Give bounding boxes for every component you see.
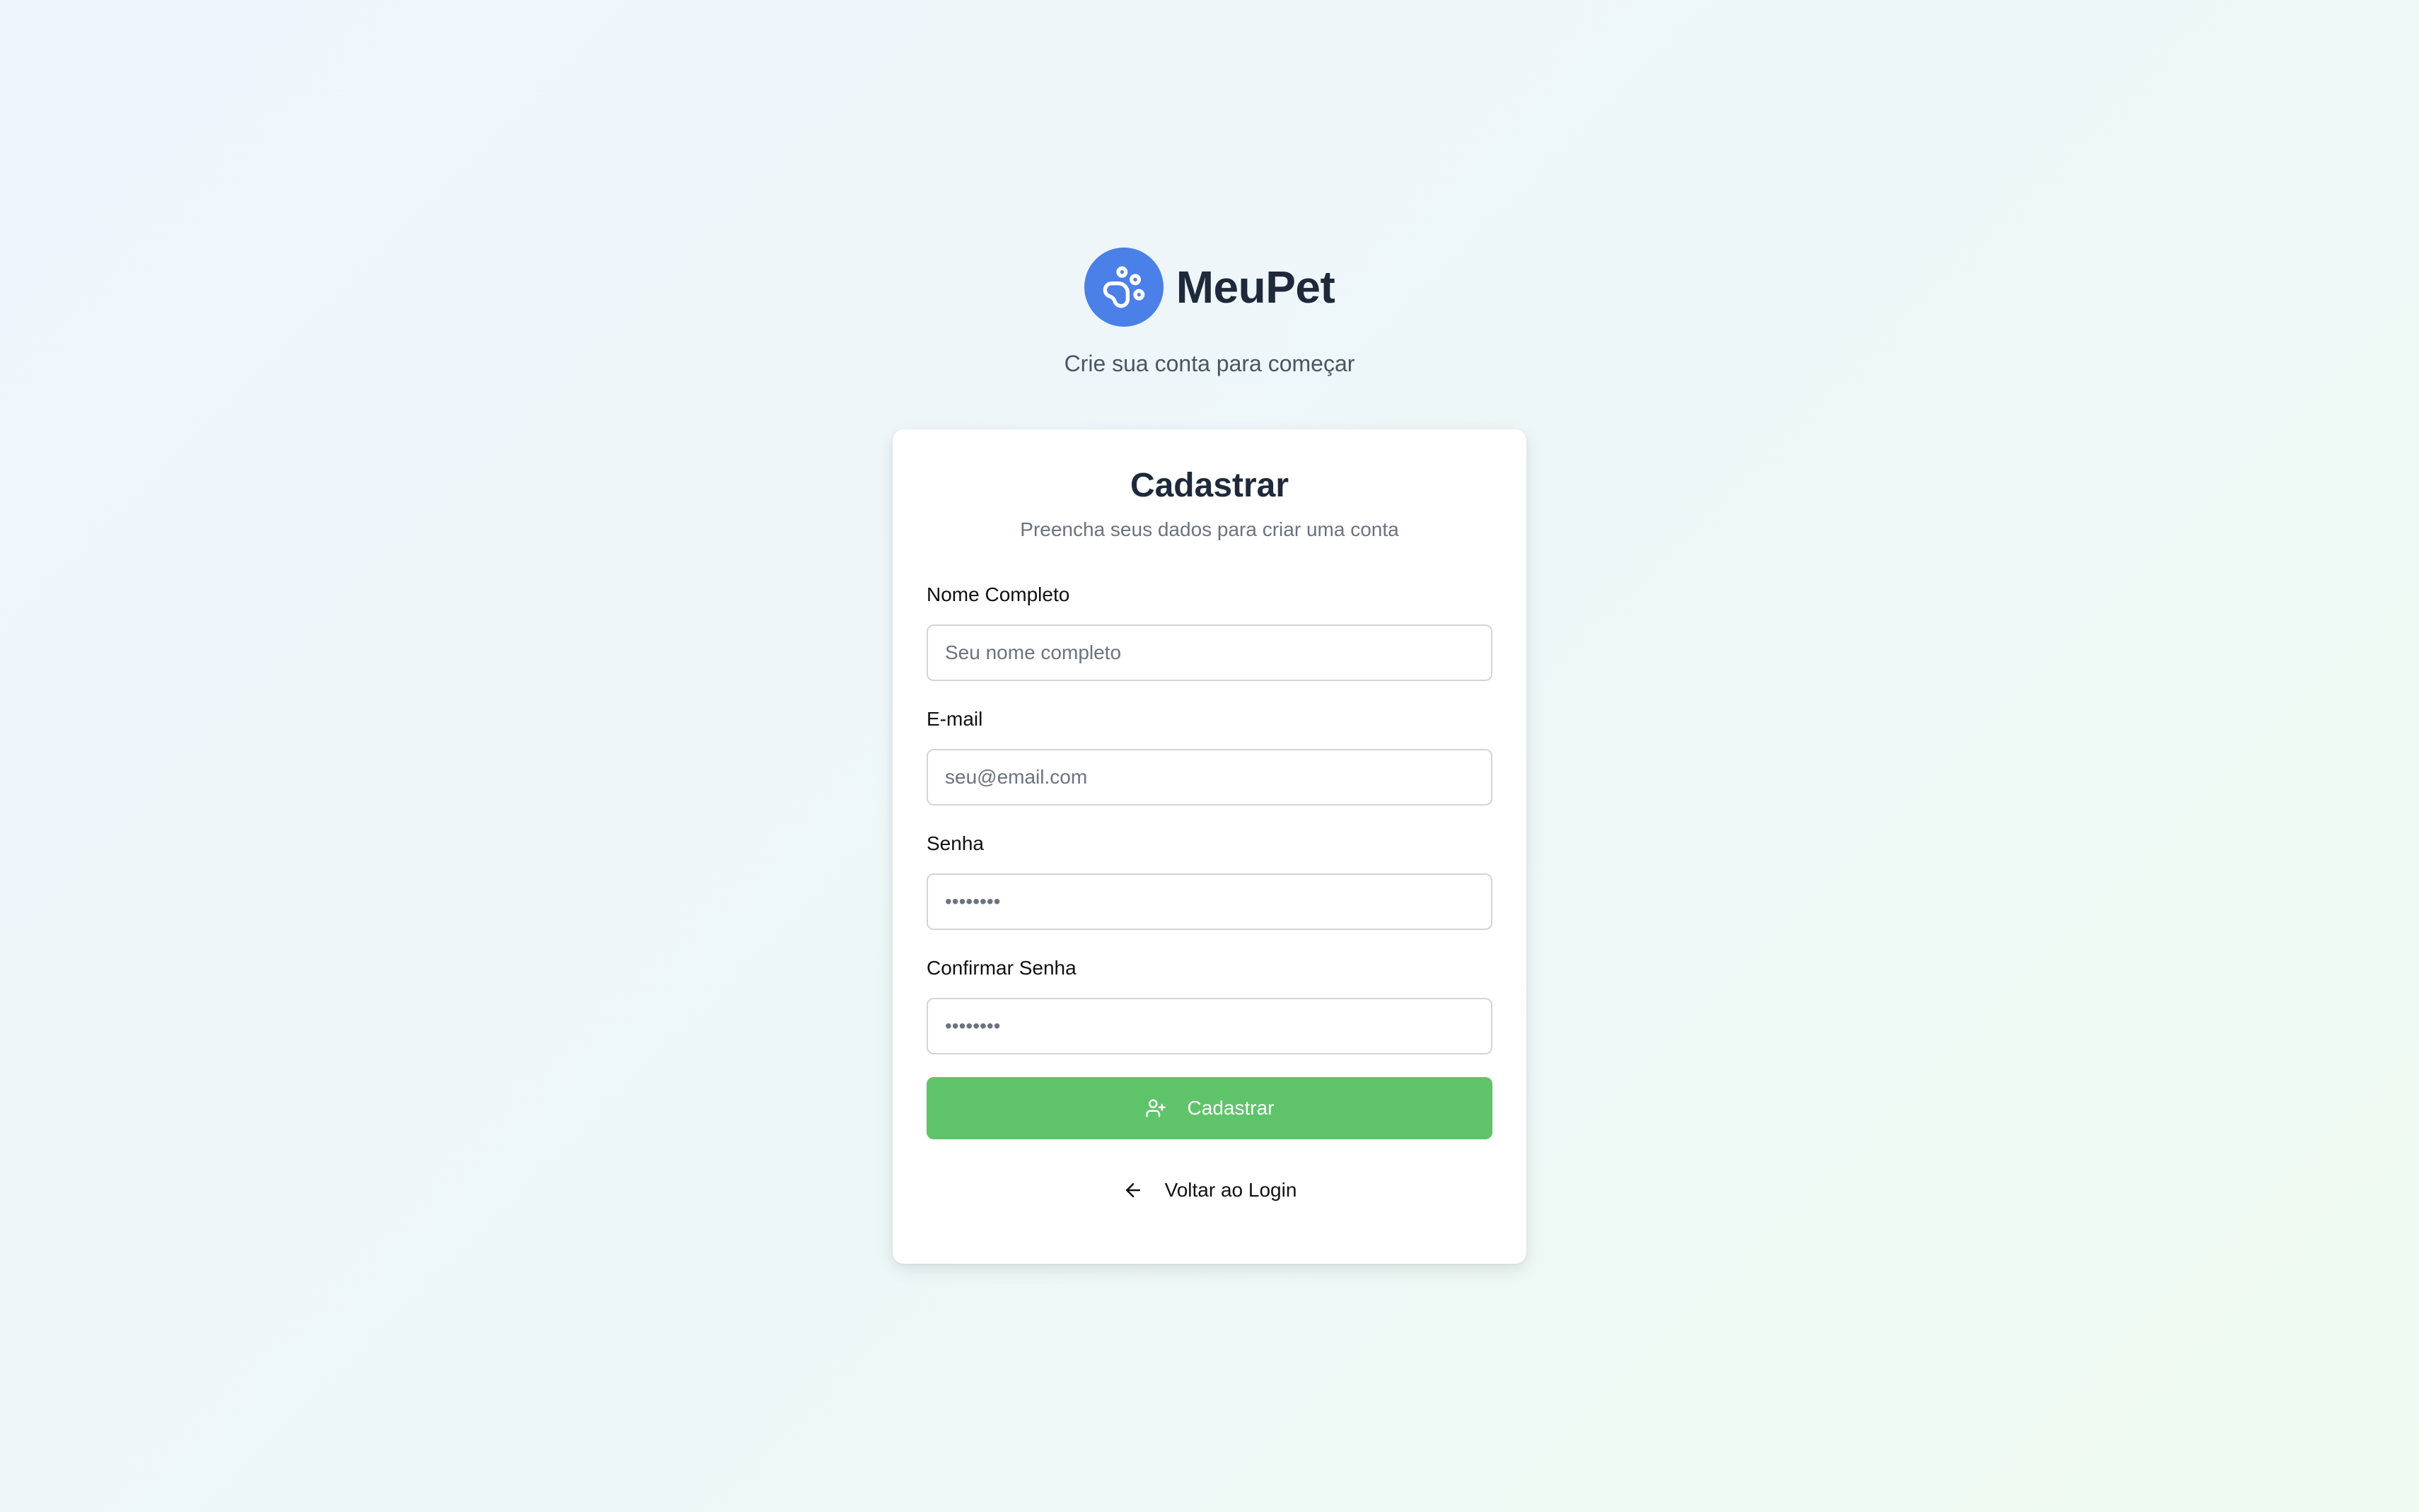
paw-icon xyxy=(1103,266,1145,308)
back-to-login-label: Voltar ao Login xyxy=(1164,1179,1297,1201)
register-button-label: Cadastrar xyxy=(1187,1097,1275,1119)
name-label: Nome Completo xyxy=(927,583,1070,605)
form-subtitle: Preencha seus dados para criar uma conta xyxy=(1020,518,1399,540)
back-to-login-link[interactable]: Voltar ao Login xyxy=(893,1179,1526,1202)
form-title: Cadastrar xyxy=(1130,467,1289,504)
app-name: MeuPet xyxy=(1176,262,1335,313)
register-card: Cadastrar Preencha seus dados para criar… xyxy=(893,429,1526,1264)
confirm-password-label: Confirmar Senha xyxy=(927,957,1077,979)
logo xyxy=(1084,248,1164,327)
email-label: E-mail xyxy=(927,708,983,730)
user-plus-icon xyxy=(1145,1098,1166,1119)
register-button[interactable]: Cadastrar xyxy=(927,1077,1492,1139)
register-page: MeuPet Crie sua conta para começar Cadas… xyxy=(0,0,2419,1512)
confirm-password-input[interactable] xyxy=(927,998,1492,1054)
arrow-left-icon xyxy=(1123,1180,1144,1201)
password-label: Senha xyxy=(927,832,984,854)
password-input[interactable] xyxy=(927,873,1492,930)
name-input[interactable] xyxy=(927,624,1492,681)
email-input[interactable] xyxy=(927,749,1492,806)
tagline: Crie sua conta para começar xyxy=(1064,351,1355,376)
brand-header: MeuPet xyxy=(0,248,2419,327)
